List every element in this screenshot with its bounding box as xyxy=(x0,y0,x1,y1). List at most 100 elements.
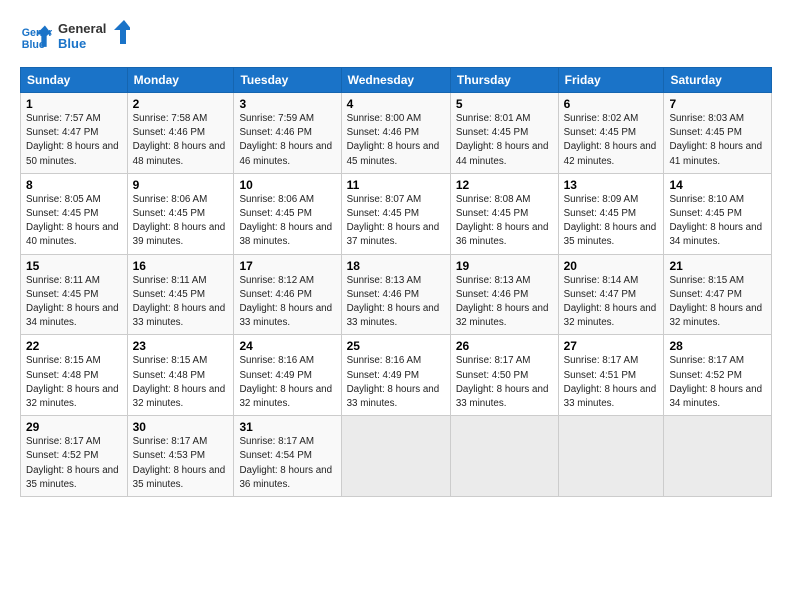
calendar-cell: 30 Sunrise: 8:17 AMSunset: 4:53 PMDayligh… xyxy=(127,416,234,497)
day-number: 27 xyxy=(564,339,659,353)
day-info: Sunrise: 8:02 AMSunset: 4:45 PMDaylight:… xyxy=(564,113,657,167)
col-header-saturday: Saturday xyxy=(664,68,772,93)
day-info: Sunrise: 8:14 AMSunset: 4:47 PMDaylight:… xyxy=(564,275,657,329)
calendar-week-1: 1 Sunrise: 7:57 AMSunset: 4:47 PMDaylight… xyxy=(21,93,772,174)
calendar-cell: 20 Sunrise: 8:14 AMSunset: 4:47 PMDayligh… xyxy=(558,254,664,335)
logo-svg: General Blue xyxy=(58,18,130,52)
day-number: 1 xyxy=(26,97,122,111)
calendar-cell: 13 Sunrise: 8:09 AMSunset: 4:45 PMDayligh… xyxy=(558,173,664,254)
day-info: Sunrise: 8:07 AMSunset: 4:45 PMDaylight:… xyxy=(347,194,440,248)
day-number: 9 xyxy=(133,178,229,192)
day-number: 28 xyxy=(669,339,766,353)
day-number: 25 xyxy=(347,339,445,353)
calendar-cell: 22 Sunrise: 8:15 AMSunset: 4:48 PMDayligh… xyxy=(21,335,128,416)
col-header-monday: Monday xyxy=(127,68,234,93)
calendar-cell: 29 Sunrise: 8:17 AMSunset: 4:52 PMDayligh… xyxy=(21,416,128,497)
calendar-cell xyxy=(450,416,558,497)
calendar-cell: 17 Sunrise: 8:12 AMSunset: 4:46 PMDayligh… xyxy=(234,254,341,335)
calendar-cell: 1 Sunrise: 7:57 AMSunset: 4:47 PMDaylight… xyxy=(21,93,128,174)
calendar-cell: 21Sunrise: 8:15 AMSunset: 4:47 PMDayligh… xyxy=(664,254,772,335)
calendar-cell: 27Sunrise: 8:17 AMSunset: 4:51 PMDayligh… xyxy=(558,335,664,416)
day-info: Sunrise: 8:09 AMSunset: 4:45 PMDaylight:… xyxy=(564,194,657,248)
day-number: 10 xyxy=(239,178,335,192)
day-number: 19 xyxy=(456,259,553,273)
calendar-cell: 8 Sunrise: 8:05 AMSunset: 4:45 PMDaylight… xyxy=(21,173,128,254)
day-number: 20 xyxy=(564,259,659,273)
day-info: Sunrise: 8:03 AMSunset: 4:45 PMDaylight:… xyxy=(669,113,762,167)
calendar-cell: 4 Sunrise: 8:00 AMSunset: 4:46 PMDaylight… xyxy=(341,93,450,174)
day-number: 4 xyxy=(347,97,445,111)
day-info: Sunrise: 8:17 AMSunset: 4:54 PMDaylight:… xyxy=(239,436,332,490)
calendar-cell: 9 Sunrise: 8:06 AMSunset: 4:45 PMDaylight… xyxy=(127,173,234,254)
logo-icon: General Blue xyxy=(20,22,52,54)
day-number: 15 xyxy=(26,259,122,273)
day-info: Sunrise: 8:05 AMSunset: 4:45 PMDaylight:… xyxy=(26,194,119,248)
day-info: Sunrise: 8:15 AMSunset: 4:48 PMDaylight:… xyxy=(26,355,119,409)
header: General Blue General Blue xyxy=(20,18,772,57)
calendar-week-2: 8 Sunrise: 8:05 AMSunset: 4:45 PMDaylight… xyxy=(21,173,772,254)
calendar-cell: 24 Sunrise: 8:16 AMSunset: 4:49 PMDayligh… xyxy=(234,335,341,416)
day-info: Sunrise: 7:57 AMSunset: 4:47 PMDaylight:… xyxy=(26,113,119,167)
calendar-cell xyxy=(664,416,772,497)
day-info: Sunrise: 8:12 AMSunset: 4:46 PMDaylight:… xyxy=(239,275,332,329)
day-info: Sunrise: 8:11 AMSunset: 4:45 PMDaylight:… xyxy=(26,275,119,329)
day-number: 30 xyxy=(133,420,229,434)
day-number: 29 xyxy=(26,420,122,434)
day-number: 31 xyxy=(239,420,335,434)
calendar-week-5: 29 Sunrise: 8:17 AMSunset: 4:52 PMDayligh… xyxy=(21,416,772,497)
day-info: Sunrise: 8:17 AMSunset: 4:52 PMDaylight:… xyxy=(26,436,119,490)
day-number: 17 xyxy=(239,259,335,273)
day-info: Sunrise: 7:58 AMSunset: 4:46 PMDaylight:… xyxy=(133,113,226,167)
day-number: 13 xyxy=(564,178,659,192)
day-info: Sunrise: 8:17 AMSunset: 4:53 PMDaylight:… xyxy=(133,436,226,490)
day-info: Sunrise: 8:06 AMSunset: 4:45 PMDaylight:… xyxy=(133,194,226,248)
day-number: 22 xyxy=(26,339,122,353)
calendar-cell: 2 Sunrise: 7:58 AMSunset: 4:46 PMDaylight… xyxy=(127,93,234,174)
day-info: Sunrise: 8:17 AMSunset: 4:50 PMDaylight:… xyxy=(456,355,549,409)
day-number: 24 xyxy=(239,339,335,353)
day-info: Sunrise: 8:16 AMSunset: 4:49 PMDaylight:… xyxy=(239,355,332,409)
calendar-cell: 23Sunrise: 8:15 AMSunset: 4:48 PMDayligh… xyxy=(127,335,234,416)
calendar-cell xyxy=(558,416,664,497)
svg-text:General: General xyxy=(58,21,106,36)
calendar-cell: 15 Sunrise: 8:11 AMSunset: 4:45 PMDayligh… xyxy=(21,254,128,335)
calendar-cell: 28 Sunrise: 8:17 AMSunset: 4:52 PMDayligh… xyxy=(664,335,772,416)
calendar-cell: 25 Sunrise: 8:16 AMSunset: 4:49 PMDayligh… xyxy=(341,335,450,416)
day-number: 11 xyxy=(347,178,445,192)
col-header-sunday: Sunday xyxy=(21,68,128,93)
day-info: Sunrise: 8:06 AMSunset: 4:45 PMDaylight:… xyxy=(239,194,332,248)
day-number: 23 xyxy=(133,339,229,353)
svg-text:Blue: Blue xyxy=(58,36,86,51)
day-info: Sunrise: 8:00 AMSunset: 4:46 PMDaylight:… xyxy=(347,113,440,167)
col-header-thursday: Thursday xyxy=(450,68,558,93)
col-header-friday: Friday xyxy=(558,68,664,93)
day-number: 12 xyxy=(456,178,553,192)
day-info: Sunrise: 8:17 AMSunset: 4:52 PMDaylight:… xyxy=(669,355,762,409)
calendar-week-4: 22 Sunrise: 8:15 AMSunset: 4:48 PMDayligh… xyxy=(21,335,772,416)
day-info: Sunrise: 7:59 AMSunset: 4:46 PMDaylight:… xyxy=(239,113,332,167)
calendar-cell: 5Sunrise: 8:01 AMSunset: 4:45 PMDaylight… xyxy=(450,93,558,174)
calendar-table: SundayMondayTuesdayWednesdayThursdayFrid… xyxy=(20,67,772,497)
calendar-cell: 10 Sunrise: 8:06 AMSunset: 4:45 PMDayligh… xyxy=(234,173,341,254)
calendar-cell: 6 Sunrise: 8:02 AMSunset: 4:45 PMDaylight… xyxy=(558,93,664,174)
day-info: Sunrise: 8:16 AMSunset: 4:49 PMDaylight:… xyxy=(347,355,440,409)
day-info: Sunrise: 8:13 AMSunset: 4:46 PMDaylight:… xyxy=(347,275,440,329)
day-number: 16 xyxy=(133,259,229,273)
day-number: 6 xyxy=(564,97,659,111)
day-number: 5 xyxy=(456,97,553,111)
calendar-header-row: SundayMondayTuesdayWednesdayThursdayFrid… xyxy=(21,68,772,93)
day-info: Sunrise: 8:10 AMSunset: 4:45 PMDaylight:… xyxy=(669,194,762,248)
calendar-cell: 19 Sunrise: 8:13 AMSunset: 4:46 PMDayligh… xyxy=(450,254,558,335)
calendar-cell: 14Sunrise: 8:10 AMSunset: 4:45 PMDayligh… xyxy=(664,173,772,254)
calendar-cell: 3Sunrise: 7:59 AMSunset: 4:46 PMDaylight… xyxy=(234,93,341,174)
day-number: 8 xyxy=(26,178,122,192)
calendar-cell: 7Sunrise: 8:03 AMSunset: 4:45 PMDaylight… xyxy=(664,93,772,174)
calendar-cell xyxy=(341,416,450,497)
calendar-cell: 16 Sunrise: 8:11 AMSunset: 4:45 PMDayligh… xyxy=(127,254,234,335)
day-info: Sunrise: 8:13 AMSunset: 4:46 PMDaylight:… xyxy=(456,275,549,329)
logo: General Blue General Blue xyxy=(20,18,130,57)
calendar-week-3: 15 Sunrise: 8:11 AMSunset: 4:45 PMDayligh… xyxy=(21,254,772,335)
calendar-cell: 11 Sunrise: 8:07 AMSunset: 4:45 PMDayligh… xyxy=(341,173,450,254)
day-info: Sunrise: 8:11 AMSunset: 4:45 PMDaylight:… xyxy=(133,275,226,329)
day-number: 2 xyxy=(133,97,229,111)
